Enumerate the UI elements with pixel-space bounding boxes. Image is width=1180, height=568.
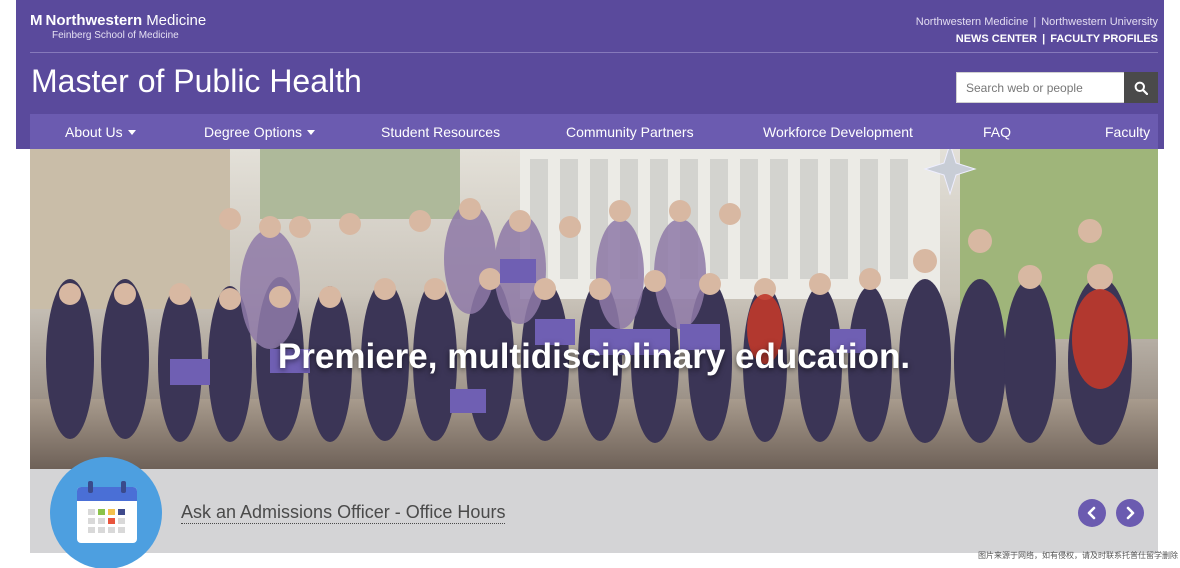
logo-northwestern: Northwestern	[45, 12, 143, 29]
nav-label: FAQ	[983, 124, 1012, 140]
chevron-right-icon	[1126, 506, 1135, 520]
nav-community-partners[interactable]: Community Partners	[566, 124, 694, 140]
news-center-link[interactable]: NEWS CENTER	[956, 33, 1037, 45]
calendar-badge	[50, 457, 162, 568]
nav-label: Workforce Development	[763, 124, 913, 140]
graduates-group-photo	[30, 149, 1158, 469]
nav-faculty[interactable]: Faculty	[1105, 124, 1150, 140]
hero-heading: Premiere, multidisciplinary education.	[277, 337, 911, 376]
admissions-office-hours-link[interactable]: Ask an Admissions Officer - Office Hours	[181, 501, 506, 524]
main-nav: About Us Degree Options Student Resource…	[30, 114, 1158, 149]
nav-about-us[interactable]: About Us	[65, 124, 136, 140]
nav-degree-options[interactable]: Degree Options	[204, 124, 316, 140]
nav-workforce-development[interactable]: Workforce Development	[763, 124, 913, 140]
faculty-profiles-link[interactable]: FACULTY PROFILES	[1050, 33, 1158, 45]
link-separator: |	[1042, 33, 1046, 45]
nav-student-resources[interactable]: Student Resources	[381, 124, 500, 140]
nav-label: Faculty	[1105, 124, 1151, 140]
search-input[interactable]	[956, 72, 1124, 103]
carousel-prev-button[interactable]	[1078, 499, 1106, 527]
nav-label: Degree Options	[204, 124, 303, 140]
northwestern-university-link[interactable]: Northwestern University	[1041, 16, 1158, 28]
link-separator: |	[1033, 16, 1037, 28]
image-source-watermark: 图片来源于网络，如有侵权，请及时联系托普仕留学删除	[978, 551, 1178, 560]
search-button[interactable]	[1124, 72, 1158, 103]
calendar-icon	[77, 481, 137, 543]
site-title[interactable]: Master of Public Health	[31, 63, 362, 100]
nav-label: About Us	[65, 124, 123, 140]
nm-logo-mark: M	[30, 12, 42, 29]
caret-down-icon	[127, 129, 136, 135]
caret-down-icon	[307, 129, 316, 135]
nav-faq[interactable]: FAQ	[983, 124, 1011, 140]
logo-medicine: Medicine	[146, 12, 207, 29]
header-divider	[30, 52, 1158, 53]
nav-label: Student Resources	[381, 124, 501, 140]
northwestern-medicine-logo[interactable]: M Northwestern Medicine Feinberg School …	[30, 12, 206, 41]
chevron-left-icon	[1087, 506, 1096, 520]
utility-links: Northwestern Medicine | Northwestern Uni…	[916, 14, 1158, 48]
hero-banner: Premiere, multidisciplinary education.	[30, 149, 1158, 469]
nav-label: Community Partners	[566, 124, 694, 140]
logo-subtitle: Feinberg School of Medicine	[52, 30, 179, 41]
page: M Northwestern Medicine Feinberg School …	[0, 0, 1180, 568]
search-icon	[1134, 81, 1148, 95]
carousel-next-button[interactable]	[1116, 499, 1144, 527]
northwestern-medicine-link[interactable]: Northwestern Medicine	[916, 16, 1029, 28]
search-bar	[956, 72, 1158, 103]
